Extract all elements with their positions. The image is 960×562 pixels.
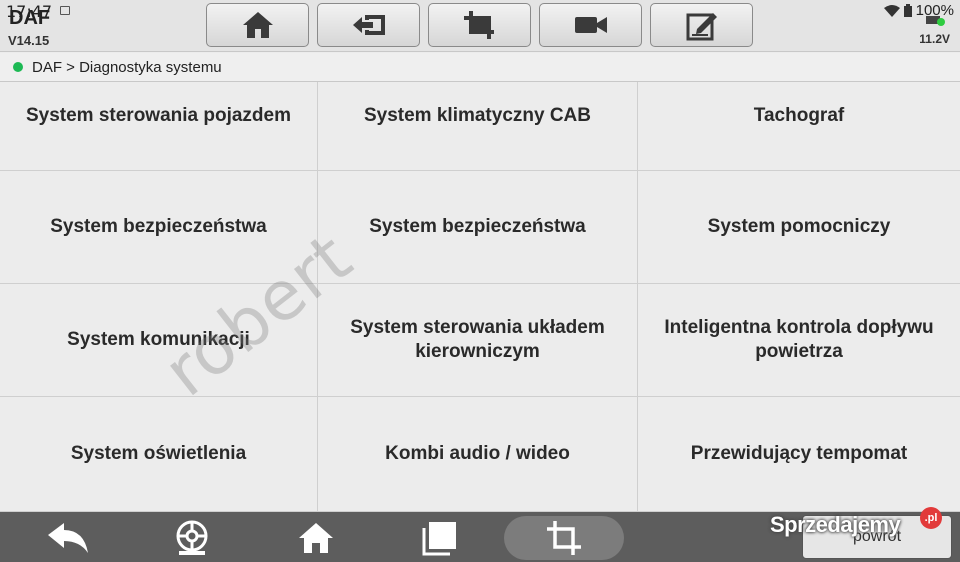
- wifi-icon: [883, 4, 900, 17]
- vci-connection-icon: [926, 16, 945, 26]
- home-icon: [242, 12, 273, 38]
- system-item[interactable]: System bezpieczeństwa: [0, 171, 318, 284]
- system-item[interactable]: Przewidujący tempomat: [638, 397, 960, 512]
- exit-icon: [352, 15, 385, 35]
- logo-text: Sprzedajemy: [770, 512, 901, 537]
- diagnostics-nav-button[interactable]: [170, 518, 214, 558]
- system-item[interactable]: System bezpieczeństwa: [318, 171, 638, 284]
- system-grid: System sterowania pojazdem System klimat…: [0, 82, 960, 512]
- video-icon: [574, 17, 607, 33]
- home-icon: [299, 523, 333, 553]
- notes-toolbar-button[interactable]: [650, 3, 753, 47]
- system-item[interactable]: Inteligentna kontrola dopływu powietrza: [638, 284, 960, 397]
- connection-status-dot: [13, 62, 23, 72]
- exit-toolbar-button[interactable]: [317, 3, 420, 47]
- system-item[interactable]: System oświetlenia: [0, 397, 318, 512]
- top-bar: DAF 17:47 V14.15 100% 11.2V: [0, 0, 960, 52]
- system-item[interactable]: System klimatyczny CAB: [318, 82, 638, 171]
- logo-badge: .pl: [920, 507, 942, 529]
- breadcrumb: DAF > Diagnostyka systemu: [0, 53, 960, 82]
- breadcrumb-text: DAF > Diagnostyka systemu: [32, 58, 222, 76]
- home-toolbar-button[interactable]: [206, 3, 309, 47]
- battery-icon: [903, 4, 912, 17]
- system-item[interactable]: System pomocniczy: [638, 171, 960, 284]
- screen: DAF 17:47 V14.15 100% 11.2V DAF > Diagno…: [0, 0, 960, 562]
- screenshot-nav-button[interactable]: [542, 518, 586, 558]
- recent-apps-icon: [422, 522, 456, 556]
- crop-icon: [463, 11, 494, 39]
- screenshot-toolbar-button[interactable]: [428, 3, 531, 47]
- edit-icon: [686, 13, 717, 41]
- status-time: 17:47: [6, 2, 53, 21]
- record-toolbar-button[interactable]: [539, 3, 642, 47]
- image-notification-icon: [60, 6, 70, 15]
- home-nav-button[interactable]: [294, 518, 338, 558]
- back-nav-button[interactable]: [46, 518, 90, 558]
- system-item[interactable]: System sterowania układem kierowniczym: [318, 284, 638, 397]
- tire-icon: [176, 520, 208, 555]
- system-item[interactable]: System sterowania pojazdem: [0, 82, 318, 171]
- crop-icon: [547, 521, 581, 555]
- recent-apps-nav-button[interactable]: [418, 518, 462, 558]
- app-version: V14.15: [8, 33, 50, 48]
- system-item[interactable]: Kombi audio / wideo: [318, 397, 638, 512]
- battery-voltage: 11.2V: [919, 32, 950, 46]
- back-arrow-icon: [48, 523, 88, 553]
- system-item[interactable]: System komunikacji: [0, 284, 318, 397]
- system-item[interactable]: Tachograf: [638, 82, 960, 171]
